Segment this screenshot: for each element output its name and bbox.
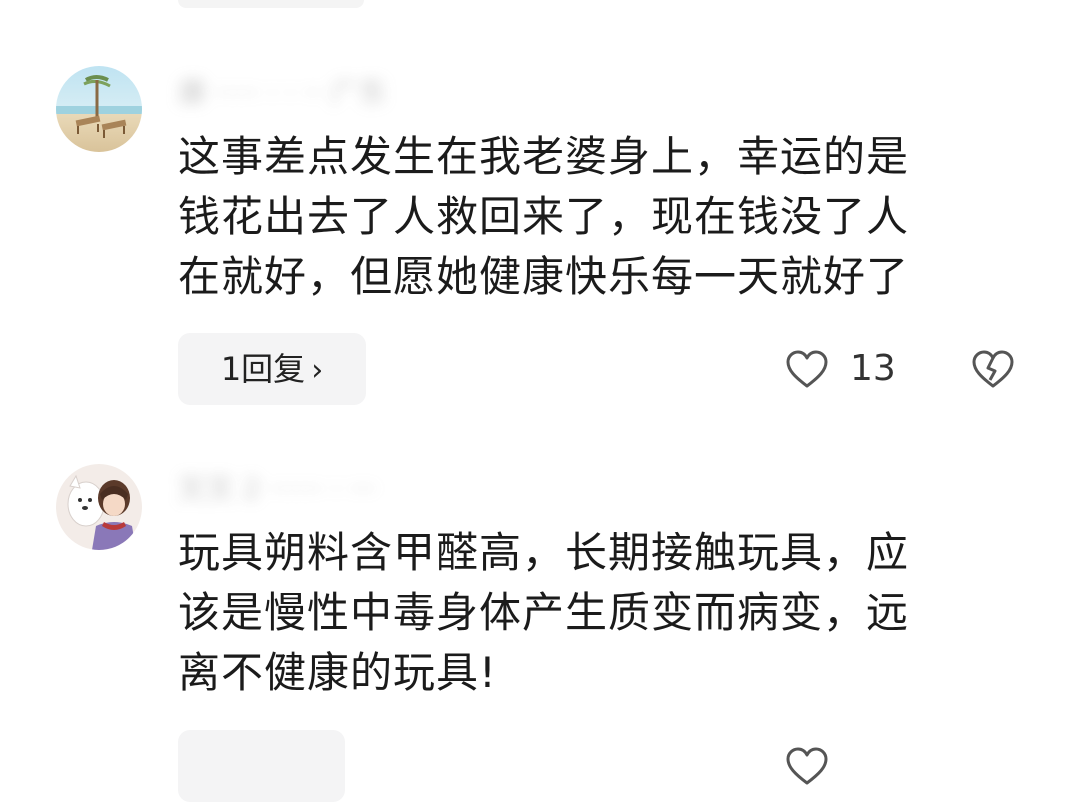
comment-line: 离不健康的玩具! (178, 648, 497, 697)
username[interactable]: 叉叉 2 ······ · ··· (178, 472, 618, 506)
heart-outline-icon[interactable] (785, 349, 829, 389)
username[interactable]: 康 ····· · · ·· 广东 (178, 76, 618, 110)
previous-reply-button[interactable] (178, 0, 364, 8)
beach-chairs-avatar-icon (56, 66, 142, 152)
reply-button[interactable]: 1回复 › (178, 333, 366, 405)
comment-line: 钱花出去了人救回来了，现在钱没了人 (178, 192, 910, 241)
comment-line: 这事差点发生在我老婆身上，幸运的是 (178, 132, 910, 181)
comment-line: 该是慢性中毒身体产生质变而病变，远 (178, 588, 910, 637)
comment-line: 在就好，但愿她健康快乐每一天就好了 (178, 252, 910, 301)
avatar[interactable] (56, 66, 142, 152)
comment-text: 这事差点发生在我老婆身上，幸运的是 钱花出去了人救回来了，现在钱没了人 在就好，… (178, 127, 1008, 307)
anime-person-dog-avatar-icon (56, 464, 142, 550)
broken-heart-icon[interactable] (971, 349, 1015, 389)
reply-button[interactable] (178, 730, 345, 802)
avatar[interactable] (56, 464, 142, 550)
comment-text: 玩具朔料含甲醛高，长期接触玩具，应 该是慢性中毒身体产生质变而病变，远 离不健康… (178, 523, 1008, 703)
chevron-right-icon: › (311, 353, 324, 388)
comment-line: 玩具朔料含甲醛高，长期接触玩具，应 (178, 528, 910, 577)
reply-count-label: 1回复 (220, 350, 306, 388)
like-count: 13 (850, 348, 896, 389)
heart-outline-icon[interactable] (785, 746, 829, 786)
